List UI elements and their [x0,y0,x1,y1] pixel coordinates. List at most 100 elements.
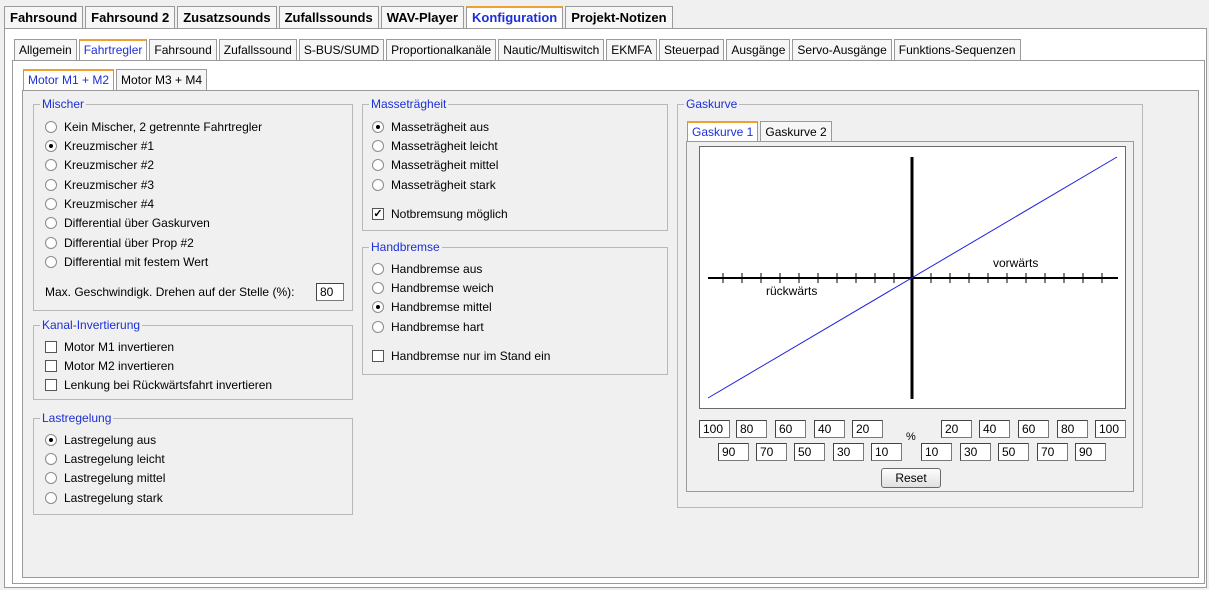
mischer-option-5[interactable]: Differential über Gaskurven [45,215,210,231]
curve-value-input[interactable]: 40 [979,420,1010,438]
tab-nautic-multiswitch[interactable]: Nautic/Multiswitch [498,39,605,60]
curve-value-input[interactable]: 100 [699,420,730,438]
radio-button[interactable] [45,237,57,249]
tab-fahrtregler[interactable]: Fahrtregler [78,39,148,60]
tab-zufallssound[interactable]: Zufallssound [218,39,297,60]
curve-value-input[interactable]: 10 [921,443,952,461]
tab-ausgaenge[interactable]: Ausgänge [726,39,791,60]
tab-motor-m3-m4[interactable]: Motor M3 + M4 [116,69,208,90]
tab-motor-m1-m2[interactable]: Motor M1 + M2 [23,69,115,90]
tab-gaskurve-1[interactable]: Gaskurve 1 [687,121,759,142]
radio-button[interactable] [372,263,384,275]
mischer-option-7[interactable]: Differential mit festem Wert [45,254,208,270]
curve-value-input[interactable]: 40 [814,420,845,438]
radio-button[interactable] [372,159,384,171]
handbremse-stand-option[interactable]: Handbremse nur im Stand ein [372,348,550,364]
curve-value-input[interactable]: 60 [775,420,806,438]
radio-button[interactable] [45,198,57,210]
tab-zusatzsounds[interactable]: Zusatzsounds [177,6,277,28]
masse-option-2[interactable]: Masseträgheit mittel [372,157,498,173]
radio-button[interactable] [45,217,57,229]
invert-m1-option[interactable]: Motor M1 invertieren [45,339,174,355]
tab-fahrsound[interactable]: Fahrsound [4,6,84,28]
masse-option-1[interactable]: Masseträgheit leicht [372,138,498,154]
reset-button[interactable]: Reset [881,468,941,488]
radio-button[interactable] [372,301,384,313]
curve-value-input[interactable]: 70 [1037,443,1068,461]
mischer-option-4[interactable]: Kreuzmischer #4 [45,196,154,212]
tab-proportionalkanaele[interactable]: Proportionalkanäle [386,39,497,60]
mischer-option-2[interactable]: Kreuzmischer #2 [45,157,154,173]
hand-option-3[interactable]: Handbremse hart [372,319,484,335]
tab-fahrsound-2[interactable]: Fahrsound 2 [85,6,176,28]
curve-value-input[interactable]: 60 [1018,420,1049,438]
checkbox[interactable]: ✓ [372,208,384,220]
radio-button[interactable] [45,472,57,484]
throttle-curve-graph[interactable]: vorwärts rückwärts [699,146,1126,409]
checkbox[interactable] [372,350,384,362]
invert-m2-option[interactable]: Motor M2 invertieren [45,358,174,374]
curve-value-input[interactable]: 80 [1057,420,1088,438]
tab-funktions-sequenzen[interactable]: Funktions-Sequenzen [893,39,1021,60]
tab-wav-player[interactable]: WAV-Player [380,6,465,28]
curve-value-input[interactable]: 20 [852,420,883,438]
mischer-option-3[interactable]: Kreuzmischer #3 [45,177,154,193]
hand-option-1[interactable]: Handbremse weich [372,280,494,296]
radio-button[interactable] [45,140,57,152]
option-label: Handbremse hart [391,320,484,334]
last-option-0[interactable]: Lastregelung aus [45,432,156,448]
handbremse-title: Handbremse [369,240,442,254]
radio-button[interactable] [45,453,57,465]
tab-konfiguration[interactable]: Konfiguration [466,6,564,28]
last-option-3[interactable]: Lastregelung stark [45,490,163,506]
radio-button[interactable] [45,492,57,504]
hand-option-2[interactable]: Handbremse mittel [372,299,492,315]
curve-value-input[interactable]: 90 [718,443,749,461]
radio-button[interactable] [45,179,57,191]
tab-servo-ausgaenge[interactable]: Servo-Ausgänge [792,39,892,60]
curve-value-input[interactable]: 70 [756,443,787,461]
radio-button[interactable] [372,179,384,191]
curve-value-input[interactable]: 90 [1075,443,1106,461]
tab-sbus-sumd[interactable]: S-BUS/SUMD [298,39,385,60]
radio-button[interactable] [45,121,57,133]
checkbox[interactable] [45,360,57,372]
tab-gaskurve-2[interactable]: Gaskurve 2 [760,121,832,142]
mischer-option-0[interactable]: Kein Mischer, 2 getrennte Fahrtregler [45,119,262,135]
checkbox[interactable] [45,341,57,353]
radio-button[interactable] [372,140,384,152]
masse-option-3[interactable]: Masseträgheit stark [372,177,496,193]
hand-option-0[interactable]: Handbremse aus [372,261,482,277]
mischer-option-6[interactable]: Differential über Prop #2 [45,235,194,251]
last-option-2[interactable]: Lastregelung mittel [45,470,165,486]
notbremsung-option[interactable]: ✓ Notbremsung möglich [372,206,508,222]
tab-steuerpad[interactable]: Steuerpad [658,39,725,60]
tab-ekmfa[interactable]: EKMFA [606,39,657,60]
invert-steering-option[interactable]: Lenkung bei Rückwärtsfahrt invertieren [45,377,272,393]
curve-value-input[interactable]: 10 [871,443,902,461]
curve-value-input[interactable]: 30 [960,443,991,461]
option-label: Masseträgheit mittel [391,158,499,172]
tab-allgemein[interactable]: Allgemein [14,39,77,60]
masse-option-0[interactable]: Masseträgheit aus [372,119,489,135]
radio-button[interactable] [372,121,384,133]
backward-label: rückwärts [766,284,818,298]
tab-projekt-notizen[interactable]: Projekt-Notizen [565,6,673,28]
curve-value-input[interactable]: 30 [833,443,864,461]
checkbox[interactable] [45,379,57,391]
curve-value-input[interactable]: 50 [998,443,1029,461]
curve-value-input[interactable]: 80 [736,420,767,438]
last-option-1[interactable]: Lastregelung leicht [45,451,165,467]
radio-button[interactable] [372,282,384,294]
mischer-option-1[interactable]: Kreuzmischer #1 [45,138,154,154]
speed-input[interactable]: 80 [316,283,344,301]
curve-value-input[interactable]: 100 [1095,420,1126,438]
radio-button[interactable] [45,256,57,268]
curve-value-input[interactable]: 50 [794,443,825,461]
radio-button[interactable] [45,434,57,446]
radio-button[interactable] [372,321,384,333]
radio-button[interactable] [45,159,57,171]
tab-fahrsound-config[interactable]: Fahrsound [149,39,217,60]
curve-value-input[interactable]: 20 [941,420,972,438]
tab-zufallssounds[interactable]: Zufallssounds [278,6,379,28]
